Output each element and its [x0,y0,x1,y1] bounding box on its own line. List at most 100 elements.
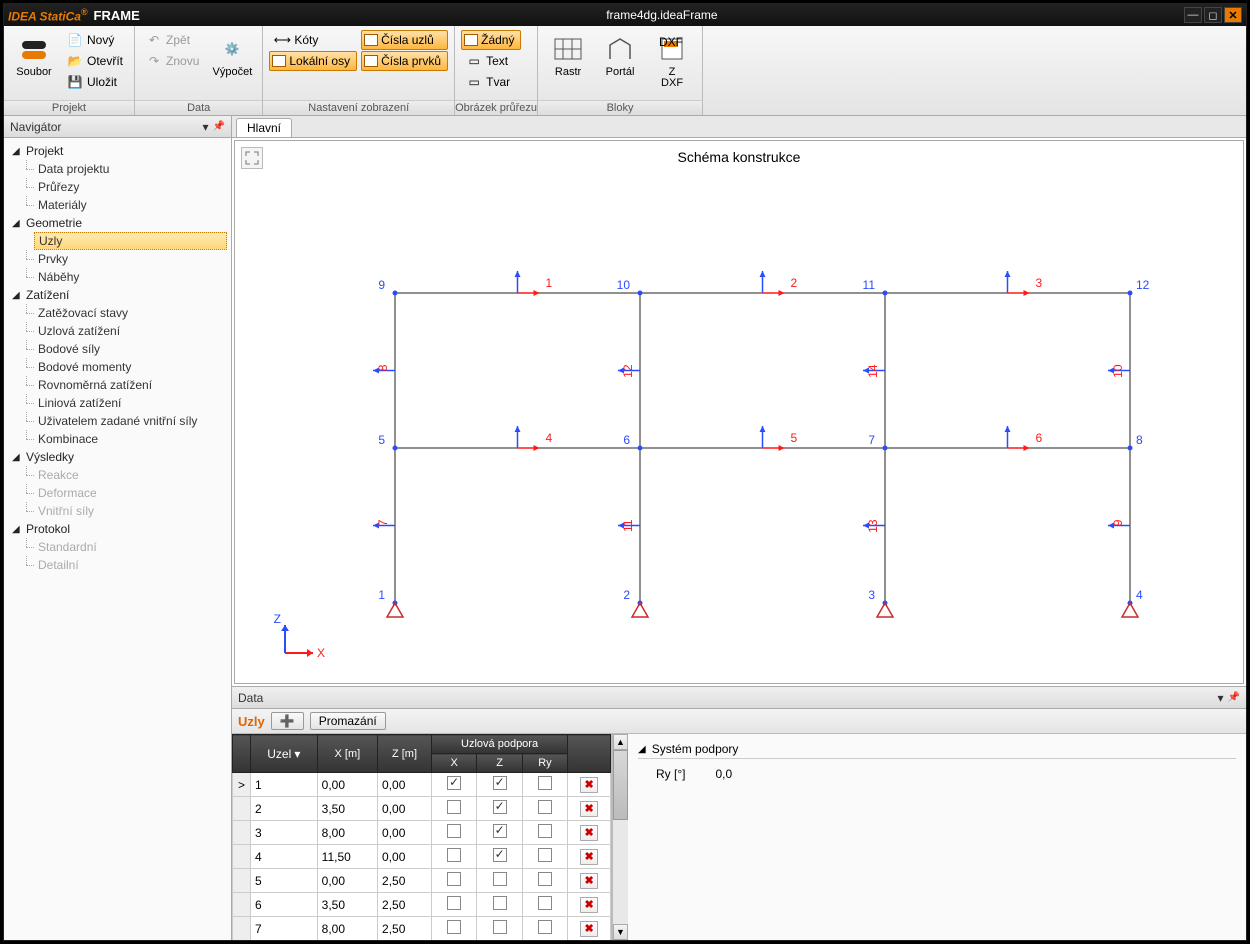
promazani-button[interactable]: Promazání [310,712,386,730]
text-button[interactable]: ▭Text [461,51,521,71]
nav-item[interactable]: Materiály [4,196,231,214]
nav-group-vysledky[interactable]: ◢Výsledky [4,448,231,466]
checkbox-z[interactable] [493,800,507,814]
nav-group-zatizeni[interactable]: ◢Zatížení [4,286,231,304]
zadny-button[interactable]: Žádný [461,30,521,50]
znovu-button[interactable]: ↷Znovu [141,51,204,71]
delete-row-button[interactable]: ✖ [580,777,598,793]
data-tab-uzly[interactable]: Uzly [238,714,265,729]
ulozit-button[interactable]: 💾Uložit [62,72,128,92]
table-row[interactable]: 411,500,00✖ [233,845,611,869]
dropdown-icon[interactable]: ▾ [1218,691,1224,705]
window-maximize-button[interactable]: ◻ [1204,7,1222,23]
nav-item[interactable]: Deformace [4,484,231,502]
checkbox-ry[interactable] [538,896,552,910]
rastr-button[interactable]: Rastr [544,30,592,81]
nav-item[interactable]: Standardní [4,538,231,556]
nav-group-projekt[interactable]: ◢Projekt [4,142,231,160]
delete-row-button[interactable]: ✖ [580,897,598,913]
checkbox-ry[interactable] [538,824,552,838]
viewport[interactable]: Schéma konstrukce 7811121314910456123123… [234,140,1244,684]
soubor-button[interactable]: Soubor [10,30,58,81]
zdxf-button[interactable]: DXFZ DXF [648,30,696,92]
lokalni-osy-button[interactable]: Lokální osy [269,51,357,71]
checkbox-x[interactable] [447,896,461,910]
nav-group-geometrie[interactable]: ◢Geometrie [4,214,231,232]
plus-icon: ➕ [280,714,295,728]
nav-group-protokol[interactable]: ◢Protokol [4,520,231,538]
tab-hlavni[interactable]: Hlavní [236,118,292,137]
cisla-prvku-button[interactable]: Čísla prvků [361,51,448,71]
cisla-uzlu-button[interactable]: Čísla uzlů [361,30,448,50]
checkbox-ry[interactable] [538,776,552,790]
checkbox-z[interactable] [493,872,507,886]
checkbox-x[interactable] [447,872,461,886]
checkbox-ry[interactable] [538,920,552,934]
grid-scrollbar[interactable]: ▲ ▼ [612,734,628,940]
delete-row-button[interactable]: ✖ [580,801,598,817]
nav-item[interactable]: Detailní [4,556,231,574]
nodes-grid[interactable]: Uzel ▾ X [m] Z [m] Uzlová podpora X Z R [232,734,612,940]
otevrit-button[interactable]: 📂Otevřít [62,51,128,71]
checkbox-z[interactable] [493,920,507,934]
koty-button[interactable]: ⟷Kóty [269,30,357,50]
nav-item[interactable]: Rovnoměrná zatížení [4,376,231,394]
checkbox-x[interactable] [447,848,461,862]
nav-item[interactable]: Data projektu [4,160,231,178]
checkbox-ry[interactable] [538,800,552,814]
nav-item[interactable]: Prvky [4,250,231,268]
checkbox-x[interactable] [447,824,461,838]
nav-item[interactable]: Reakce [4,466,231,484]
checkbox-z[interactable] [493,848,507,862]
table-row[interactable]: 78,002,50✖ [233,917,611,941]
product-name: FRAME [94,8,140,23]
nav-item[interactable]: Kombinace [4,430,231,448]
navigator-tree[interactable]: ◢ProjektData projektuPrůřezyMateriály◢Ge… [4,138,231,940]
table-row[interactable]: >10,000,00✖ [233,773,611,797]
table-row[interactable]: 50,002,50✖ [233,869,611,893]
pin-icon[interactable]: 📌 [1228,692,1240,703]
checkbox-ry[interactable] [538,872,552,886]
nav-item[interactable]: Bodové síly [4,340,231,358]
checkbox-x[interactable] [447,776,461,790]
zpet-button[interactable]: ↶Zpět [141,30,204,50]
ribbon-group-data: Data [135,100,262,115]
nav-item[interactable]: Liniová zatížení [4,394,231,412]
delete-row-button[interactable]: ✖ [580,849,598,865]
pin-icon[interactable]: 📌 [213,121,225,132]
nav-item[interactable]: Uživatelem zadané vnitřní síly [4,412,231,430]
window-minimize-button[interactable]: — [1184,7,1202,23]
nav-item[interactable]: Náběhy [4,268,231,286]
checkbox-z[interactable] [493,896,507,910]
novy-button[interactable]: 📄Nový [62,30,128,50]
prop-ry-value[interactable]: 0,0 [715,767,732,781]
nav-item[interactable]: Uzlová zatížení [4,322,231,340]
nav-item[interactable]: Vnitřní síly [4,502,231,520]
table-row[interactable]: 23,500,00✖ [233,797,611,821]
checkbox-x[interactable] [447,920,461,934]
portal-button[interactable]: Portál [596,30,644,81]
delete-row-button[interactable]: ✖ [580,921,598,937]
scroll-up-icon[interactable]: ▲ [613,734,628,750]
tvar-button[interactable]: ▭Tvar [461,72,521,92]
nav-item[interactable]: Uzly [34,232,227,250]
collapse-icon[interactable]: ◢ [638,744,646,755]
checkbox-z[interactable] [493,824,507,838]
delete-row-button[interactable]: ✖ [580,873,598,889]
scroll-down-icon[interactable]: ▼ [613,924,628,940]
checkbox-x[interactable] [447,800,461,814]
nav-item[interactable]: Průřezy [4,178,231,196]
checkbox-ry[interactable] [538,848,552,862]
nav-item[interactable]: Bodové momenty [4,358,231,376]
table-row[interactable]: 63,502,50✖ [233,893,611,917]
checkbox-z[interactable] [493,776,507,790]
table-row[interactable]: 38,000,00✖ [233,821,611,845]
dropdown-icon[interactable]: ▾ [203,120,209,134]
delete-row-button[interactable]: ✖ [580,825,598,841]
add-node-button[interactable]: ➕ [271,712,304,730]
svg-text:8: 8 [376,364,390,371]
filter-icon[interactable]: ▾ [294,747,300,761]
window-close-button[interactable]: ✕ [1224,7,1242,23]
vypocet-button[interactable]: ⚙️ Výpočet [208,30,256,81]
nav-item[interactable]: Zatěžovací stavy [4,304,231,322]
